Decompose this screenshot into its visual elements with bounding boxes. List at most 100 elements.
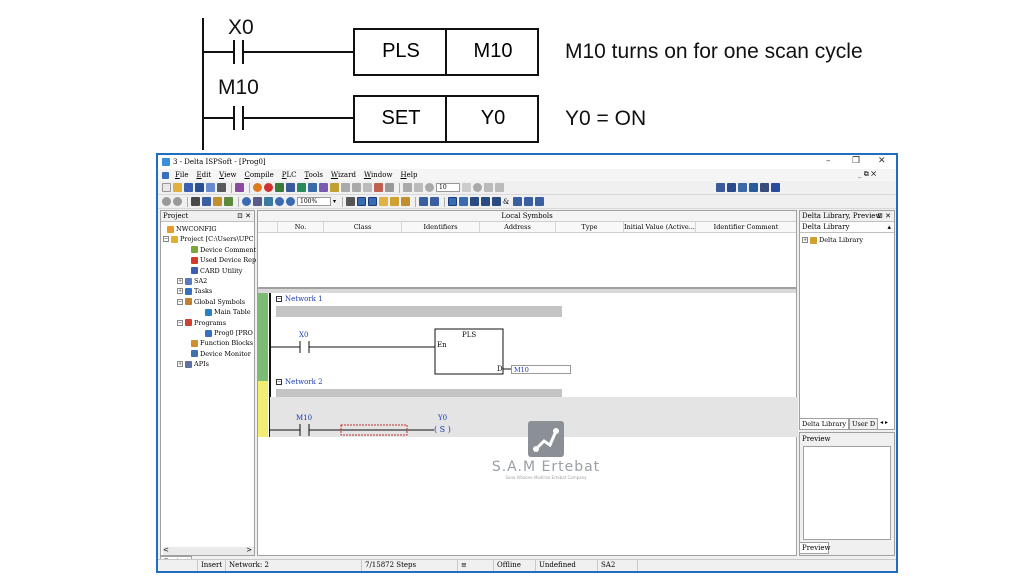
tool4-icon[interactable] [385, 183, 394, 192]
menu-file[interactable]: File [175, 171, 188, 179]
project-tree-item[interactable]: + APIs [177, 360, 209, 368]
replace-icon[interactable] [253, 197, 262, 206]
tool2-icon[interactable] [352, 183, 361, 192]
new-icon[interactable] [162, 183, 171, 192]
project-tree-item[interactable]: CARD Utility [191, 267, 242, 275]
project-tree-item[interactable]: Used Device Rep [191, 256, 256, 264]
and-operator[interactable]: & [503, 198, 509, 206]
download-icon[interactable] [275, 183, 284, 192]
col-class[interactable]: Class [324, 222, 402, 232]
project-tree-item[interactable]: + SA2 [177, 277, 207, 285]
zoom-out-icon[interactable] [286, 197, 295, 206]
tree-expander-icon[interactable]: + [177, 278, 183, 284]
col-initial-value[interactable]: Initial Value (Active... [624, 222, 696, 232]
block-icon[interactable] [470, 197, 479, 206]
run-icon[interactable] [319, 183, 328, 192]
contact-icon[interactable] [481, 197, 490, 206]
menu-plc[interactable]: PLC [282, 171, 297, 179]
preview-tab[interactable]: Preview [799, 542, 831, 554]
coil-icon[interactable] [492, 197, 501, 206]
select-mode-icon[interactable] [357, 197, 366, 206]
project-tree-item[interactable]: Device Monitor [191, 350, 251, 358]
minimize-button[interactable]: – [826, 156, 831, 166]
panel3-icon[interactable] [738, 183, 747, 192]
close-button[interactable]: ✕ [878, 156, 886, 166]
window-icon[interactable] [206, 183, 215, 192]
project-tree-item[interactable]: − Programs [177, 319, 226, 327]
network-mode-icon[interactable] [368, 197, 377, 206]
panel2-icon[interactable] [727, 183, 736, 192]
find-icon[interactable] [242, 197, 251, 206]
library-dropdown[interactable]: Delta Library ▴ [800, 222, 894, 233]
mdi-icon[interactable] [162, 171, 169, 179]
col-no[interactable]: No. [278, 222, 324, 232]
goto-icon[interactable] [264, 197, 273, 206]
menu-view[interactable]: View [219, 171, 236, 179]
step-back-icon[interactable] [403, 183, 412, 192]
restore-button[interactable]: ❐ [852, 156, 860, 166]
tab-scroll-icon[interactable]: ◂ ▸ [878, 418, 890, 430]
network2-coil-device[interactable]: Y0 [438, 414, 447, 422]
tree-expander-icon[interactable]: − [177, 319, 183, 326]
panel6-icon[interactable] [771, 183, 780, 192]
function-icon[interactable] [535, 197, 545, 206]
network-del-icon[interactable] [401, 197, 410, 206]
project-tree-item[interactable]: + Tasks [177, 287, 212, 295]
panel-icon[interactable] [716, 183, 725, 192]
tool-icon[interactable] [341, 183, 350, 192]
menu-help[interactable]: Help [400, 171, 417, 179]
mdi-window-controls[interactable]: _ ⧉ ✕ [858, 170, 876, 179]
debug-icon[interactable] [374, 183, 383, 192]
zoom-in-icon[interactable] [275, 197, 284, 206]
project-tree-item[interactable]: Device Comment [191, 246, 256, 254]
menu-wizard[interactable]: Wizard [331, 171, 356, 179]
project-tree-item[interactable]: NWCONFIG [167, 225, 217, 233]
ladder-mode-icon[interactable] [346, 197, 355, 206]
zoom-select[interactable]: 100% [297, 197, 331, 206]
tree-expander-icon[interactable]: − [163, 236, 169, 243]
stop-icon[interactable] [264, 183, 273, 192]
scan-icon[interactable] [473, 183, 482, 192]
tree-expander-icon[interactable]: + [177, 361, 183, 368]
save-icon[interactable] [184, 183, 193, 192]
wave-icon[interactable] [495, 183, 504, 192]
parallel-icon[interactable] [513, 197, 523, 206]
cut-icon[interactable] [191, 197, 200, 206]
library-icon[interactable] [235, 183, 244, 192]
row-icon[interactable] [430, 197, 439, 206]
menu-window[interactable]: Window [364, 171, 393, 179]
edit-mode-icon[interactable] [330, 183, 339, 192]
project-tree-item[interactable]: Main Table [205, 308, 251, 316]
project-tree-item[interactable]: − Project [C:\Users\UPC [163, 235, 254, 243]
refresh-icon[interactable] [484, 183, 493, 192]
compile-icon[interactable] [253, 183, 262, 192]
network-add-icon[interactable] [390, 197, 399, 206]
step-count-input[interactable]: 10 [436, 183, 460, 192]
online-icon[interactable] [297, 183, 306, 192]
tree-expander-icon[interactable]: − [177, 298, 183, 305]
col-type[interactable]: Type [556, 222, 624, 232]
col-identifier-comment[interactable]: Identifier Comment [696, 222, 796, 232]
panel4-icon[interactable] [749, 183, 758, 192]
wire-icon[interactable] [459, 197, 468, 206]
col-address[interactable]: Address [480, 222, 556, 232]
library-panel-pin-close[interactable]: ⊡ ✕ [877, 211, 891, 221]
column-icon[interactable] [419, 197, 428, 206]
set-coil-symbol[interactable]: ( S ) [434, 425, 451, 434]
tab-delta-library[interactable]: Delta Library [799, 418, 850, 430]
library-dropdown-arrow-icon[interactable]: ▴ [887, 222, 891, 232]
project-panel-pin-close[interactable]: ⊡ ✕ [237, 211, 251, 221]
open-icon[interactable] [173, 183, 182, 192]
monitor-icon[interactable] [308, 183, 317, 192]
paste-icon[interactable] [213, 197, 222, 206]
tab-user-library[interactable]: User D [849, 418, 879, 430]
tool3-icon[interactable] [363, 183, 372, 192]
col-identifiers[interactable]: Identifiers [402, 222, 480, 232]
forward-icon[interactable] [173, 197, 182, 206]
save-all-icon[interactable] [195, 183, 204, 192]
edit-icon[interactable] [224, 197, 233, 206]
back-icon[interactable] [162, 197, 171, 206]
layout-icon[interactable] [217, 183, 226, 192]
upload-icon[interactable] [286, 183, 295, 192]
menu-tools[interactable]: Tools [305, 171, 323, 179]
